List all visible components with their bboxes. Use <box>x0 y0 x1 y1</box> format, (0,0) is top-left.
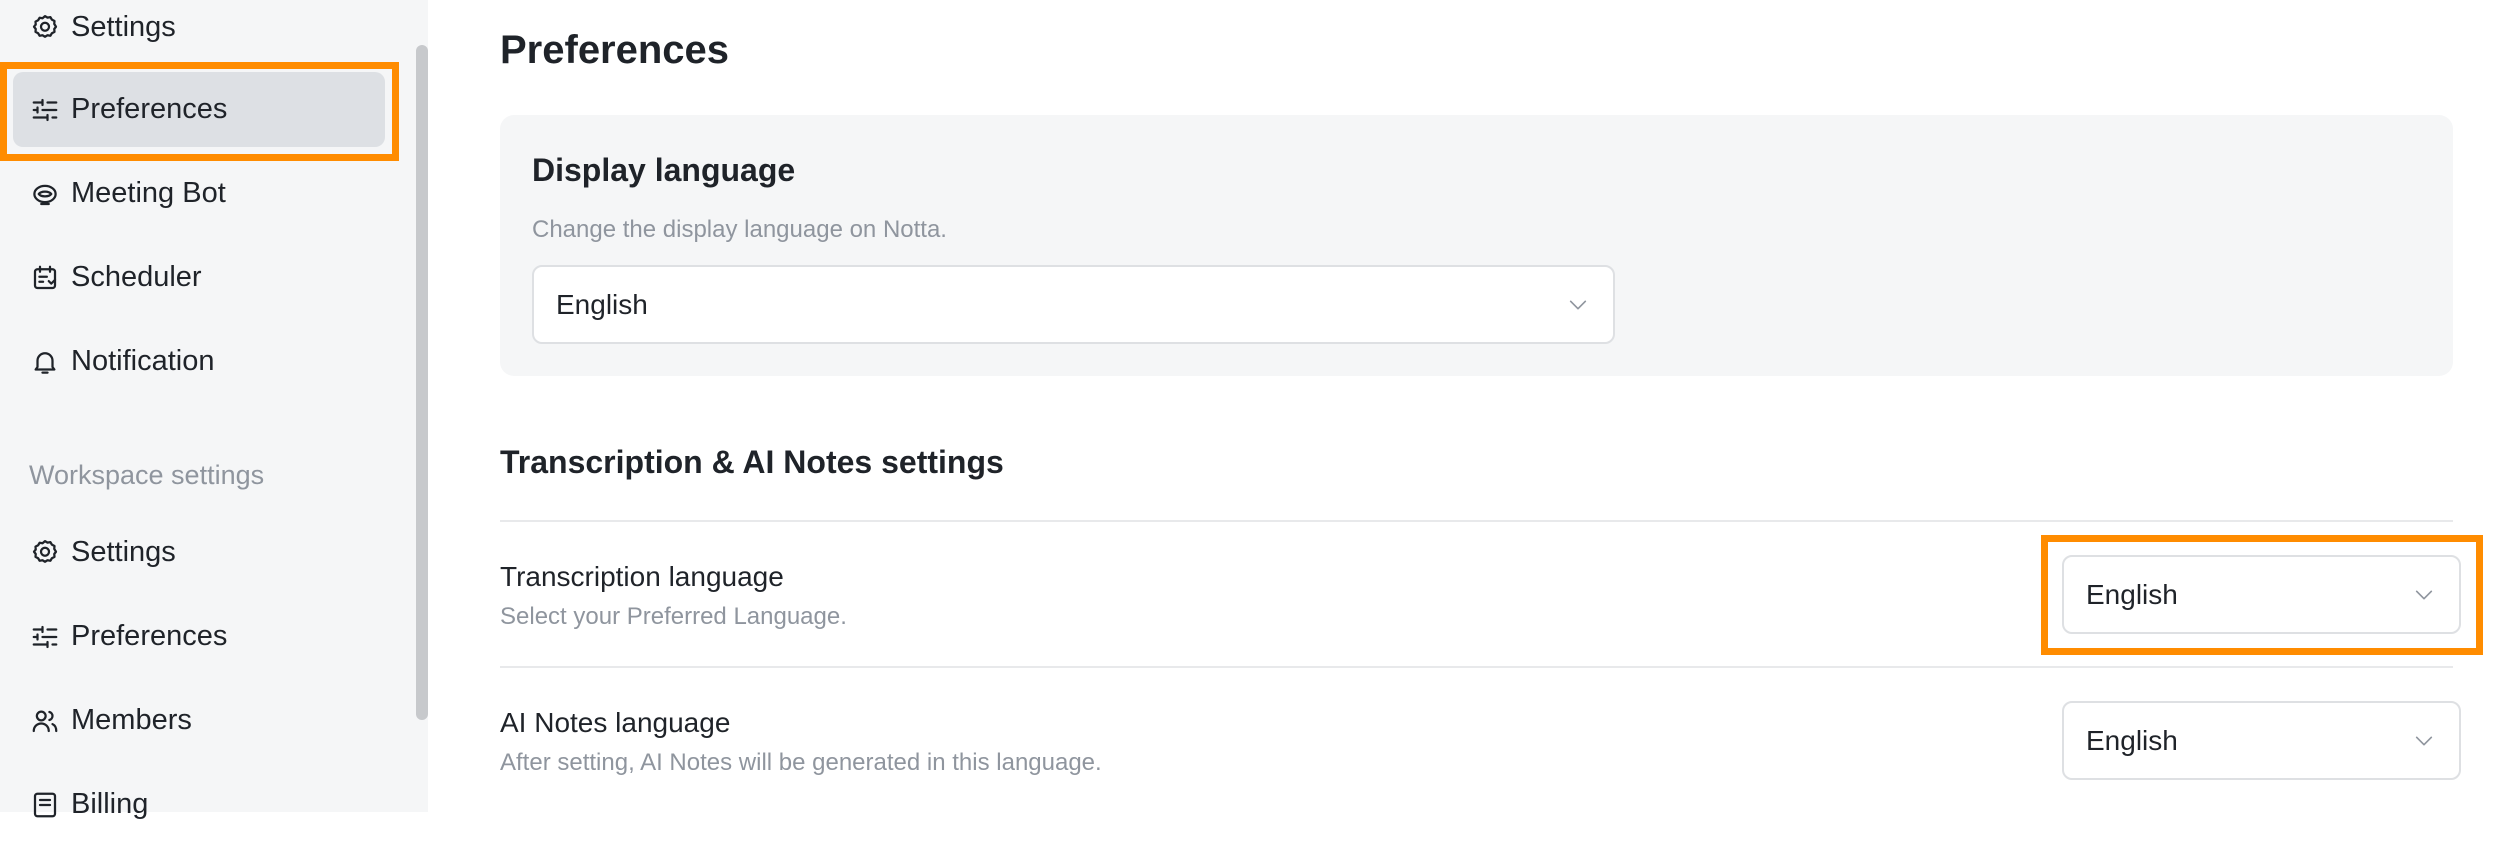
display-language-value: English <box>556 288 648 320</box>
gear-icon <box>29 12 61 44</box>
chevron-down-icon <box>1565 292 1591 318</box>
billing-icon <box>29 789 61 821</box>
chevron-down-icon <box>2411 582 2437 608</box>
sidebar-item-preferences[interactable]: Preferences <box>13 72 385 147</box>
members-icon <box>29 705 61 737</box>
workspace-settings-label: Workspace settings <box>29 460 265 490</box>
sidebar: Settings Preferences Meeting Bot Schedul… <box>0 0 428 820</box>
sidebar-item-settings[interactable]: Settings <box>13 0 385 65</box>
sidebar-item-scheduler[interactable]: Scheduler <box>13 240 385 315</box>
bell-icon <box>29 346 61 378</box>
page-title: Preferences <box>500 28 730 72</box>
chevron-down-icon <box>2411 728 2437 754</box>
sidebar-item-billing[interactable]: Billing <box>13 767 385 842</box>
transcription-language-value: English <box>2086 578 2178 610</box>
transcription-language-label: Transcription language <box>500 561 784 592</box>
transcription-language-select[interactable]: English <box>2062 555 2461 634</box>
display-language-select[interactable]: English <box>532 265 1615 344</box>
ai-notes-language-description: After setting, AI Notes will be generate… <box>500 749 1102 776</box>
sidebar-item-notification[interactable]: Notification <box>13 324 385 399</box>
transcription-language-description: Select your Preferred Language. <box>500 603 847 630</box>
sidebar-item-members[interactable]: Members <box>13 683 385 758</box>
gear-icon <box>29 537 61 569</box>
sidebar-item-label: Settings <box>71 11 176 43</box>
sidebar-item-meeting-bot[interactable]: Meeting Bot <box>13 156 385 231</box>
sidebar-item-label: Notification <box>71 345 215 377</box>
divider <box>500 666 2453 668</box>
ai-notes-language-label: AI Notes language <box>500 707 731 738</box>
sidebar-item-label: Settings <box>71 536 176 568</box>
ai-notes-language-select[interactable]: English <box>2062 701 2461 780</box>
sidebar-item-label: Scheduler <box>71 261 202 293</box>
divider <box>500 520 2453 522</box>
sidebar-item-label: Billing <box>71 788 149 820</box>
sidebar-scrollbar-thumb[interactable] <box>416 45 428 720</box>
sidebar-item-label: Preferences <box>71 93 228 125</box>
sliders-icon <box>29 94 61 126</box>
display-language-title: Display language <box>532 152 796 188</box>
sidebar-item-label: Members <box>71 704 192 736</box>
transcription-section-title: Transcription & AI Notes settings <box>500 444 1004 480</box>
calendar-icon <box>29 262 61 294</box>
sliders-icon <box>29 621 61 653</box>
sidebar-item-workspace-settings[interactable]: Settings <box>13 515 385 590</box>
ai-notes-language-value: English <box>2086 724 2178 756</box>
display-language-description: Change the display language on Notta. <box>532 216 947 243</box>
sidebar-item-label: Preferences <box>71 620 228 652</box>
sidebar-item-label: Meeting Bot <box>71 177 226 209</box>
sidebar-item-workspace-preferences[interactable]: Preferences <box>13 599 385 674</box>
bot-icon <box>29 178 61 210</box>
